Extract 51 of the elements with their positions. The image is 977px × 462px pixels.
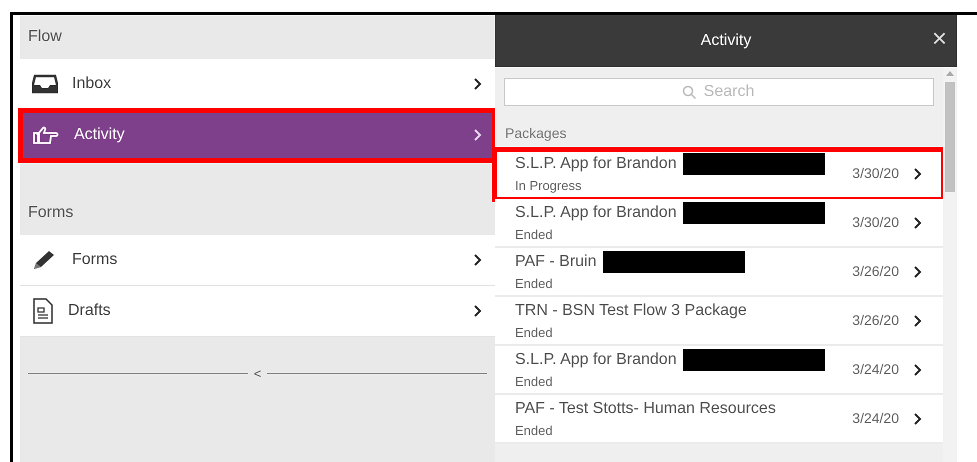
package-status: Ended: [515, 372, 554, 391]
panel-title: Activity: [700, 31, 752, 51]
scrollbar-thumb[interactable]: [945, 82, 955, 192]
package-date: 3/30/20: [852, 213, 899, 232]
package-row[interactable]: TRN - BSN Test Flow 3 Package Ended 3/26/20: [495, 297, 943, 346]
package-date: 3/24/20: [852, 409, 899, 428]
package-row[interactable]: PAF - Test Stotts- Human Resources Ended 3/24/20: [495, 395, 943, 444]
nav-item[interactable]: Drafts: [20, 286, 495, 337]
package-title: PAF - Bruin: [515, 252, 596, 272]
section-header: Flow: [27, 27, 63, 47]
section-header: Packages: [504, 124, 568, 143]
chevron-right-icon: [913, 362, 923, 376]
package-title: S.L.P. App for Brandon: [515, 154, 677, 174]
search-field[interactable]: Search: [504, 78, 934, 106]
chevron-right-icon: [473, 253, 483, 267]
package-status: Ended: [515, 324, 554, 342]
chevron-right-icon: [913, 412, 923, 426]
chevron-right-icon: [473, 128, 483, 142]
package-title: S.L.P. App for Brandon: [515, 350, 677, 370]
package-status: Ended: [515, 422, 554, 440]
pointing-hand-icon: [32, 125, 60, 145]
chevron-right-icon: [913, 264, 923, 278]
package-row[interactable]: PAF - Bruin Ended 3/26/20: [495, 248, 943, 297]
collapse-button[interactable]: <: [254, 367, 262, 380]
package-title: PAF - Test Stotts- Human Resources: [515, 398, 776, 419]
chevron-right-icon: [473, 304, 483, 318]
package-status: In Progress: [515, 176, 582, 195]
package-status: Ended: [515, 274, 554, 293]
chevron-right-icon: [913, 216, 923, 230]
package-date: 3/26/20: [852, 311, 899, 330]
scroll-up-arrow-icon[interactable]: [946, 71, 954, 76]
close-button[interactable]: ×: [932, 25, 947, 51]
nav-item[interactable]: Inbox: [20, 59, 495, 110]
package-row[interactable]: S.L.P. App for Brandon In Progress 3/30/20: [495, 150, 943, 199]
package-date: 3/24/20: [852, 360, 899, 379]
package-row[interactable]: S.L.P. App for Brandon Ended 3/30/20: [495, 199, 943, 248]
package-date: 3/26/20: [852, 262, 899, 281]
package-title: TRN - BSN Test Flow 3 Package: [515, 300, 747, 321]
package-status: Ended: [515, 226, 554, 244]
document-icon: [32, 298, 54, 324]
nav-item[interactable]: Forms: [20, 235, 495, 286]
package-row[interactable]: S.L.P. App for Brandon Ended 3/24/20: [495, 346, 943, 395]
chevron-right-icon: [473, 77, 483, 91]
chevron-right-icon: [913, 314, 923, 328]
nav-item[interactable]: Activity: [20, 110, 495, 161]
package-date: 3/30/20: [852, 164, 899, 183]
inbox-icon: [32, 74, 58, 94]
chevron-right-icon: [913, 166, 923, 180]
package-title: S.L.P. App for Brandon: [515, 202, 677, 223]
search-icon: [682, 85, 697, 100]
section-header: Forms: [27, 203, 74, 223]
